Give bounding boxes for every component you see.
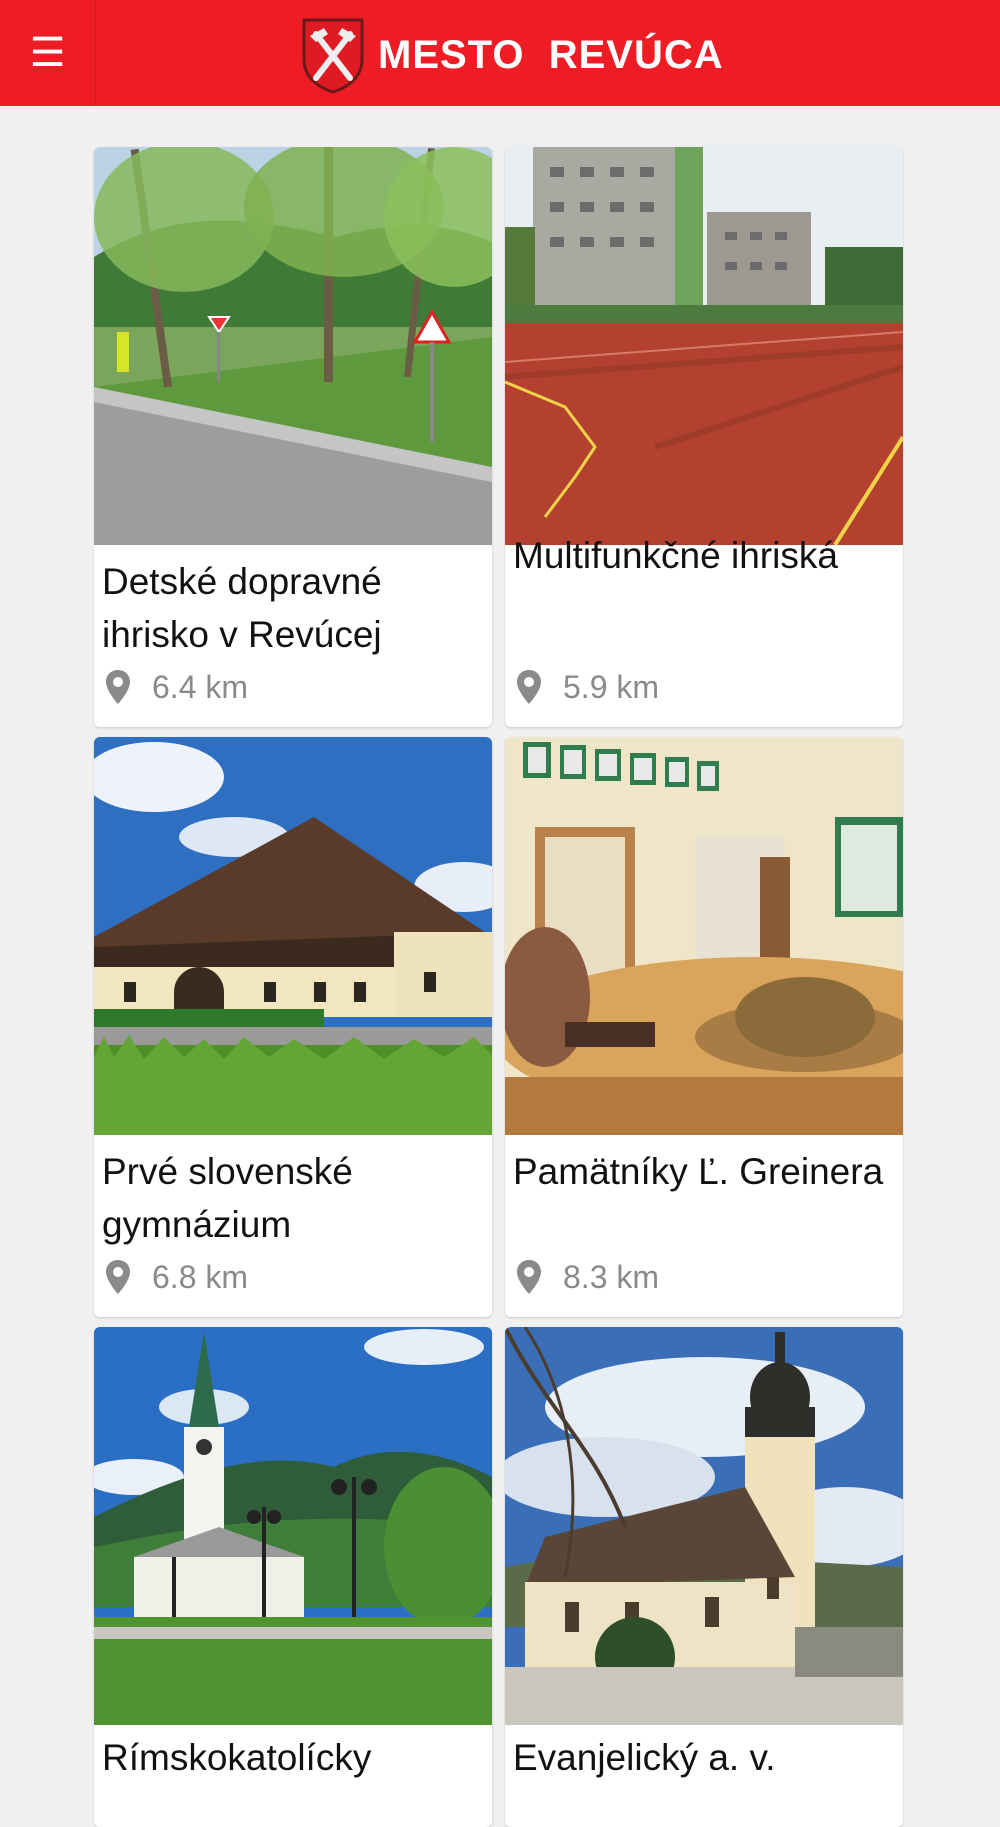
menu-button[interactable]: ☰ [0, 0, 96, 106]
place-card[interactable]: Detské dopravné ihrisko v Revúcej 6.4 km [94, 147, 492, 727]
place-title: Multifunkčné ihriská [513, 535, 838, 576]
distance-value: 6.8 km [152, 1258, 249, 1295]
location-pin-icon [106, 1260, 130, 1294]
place-distance: 5.9 km [513, 667, 659, 707]
place-card[interactable]: Prvé slovenské gymnázium 6.8 km [94, 737, 492, 1317]
location-pin-icon [106, 670, 130, 704]
city-coat-of-arms-icon [302, 18, 364, 94]
location-pin-icon [517, 670, 541, 704]
distance-value: 8.3 km [563, 1258, 660, 1295]
place-title: Evanjelický a. v. [513, 1737, 776, 1778]
place-card[interactable]: Rímskokatolícky [94, 1327, 492, 1827]
place-title: Rímskokatolícky [102, 1737, 372, 1778]
place-distance: 6.4 km [102, 667, 248, 707]
location-pin-icon [517, 1260, 541, 1294]
app-title: MESTO REVÚCA [378, 32, 724, 77]
distance-value: 6.4 km [152, 668, 249, 705]
place-photo [94, 737, 492, 1135]
place-photo [94, 147, 492, 545]
place-title: Pamätníky Ľ. Greinera [513, 1151, 884, 1192]
place-title: Prvé slovenské gymnázium [102, 1151, 353, 1245]
place-card[interactable]: Multifunkčné ihriská 5.9 km [505, 147, 903, 727]
place-photo [505, 1327, 903, 1725]
distance-value: 5.9 km [563, 668, 660, 705]
place-distance: 6.8 km [102, 1257, 248, 1297]
place-title: Detské dopravné ihrisko v Revúcej [102, 561, 382, 655]
place-photo [505, 147, 903, 545]
place-photo [505, 737, 903, 1135]
place-card[interactable]: Pamätníky Ľ. Greinera 8.3 km [505, 737, 903, 1317]
place-photo [94, 1327, 492, 1725]
brand: MESTO REVÚCA [300, 16, 724, 94]
place-distance: 8.3 km [513, 1257, 659, 1297]
hamburger-menu-icon: ☰ [29, 31, 66, 75]
app-header: ☰ MESTO REVÚCA [0, 0, 1000, 106]
place-card[interactable]: Evanjelický a. v. [505, 1327, 903, 1827]
